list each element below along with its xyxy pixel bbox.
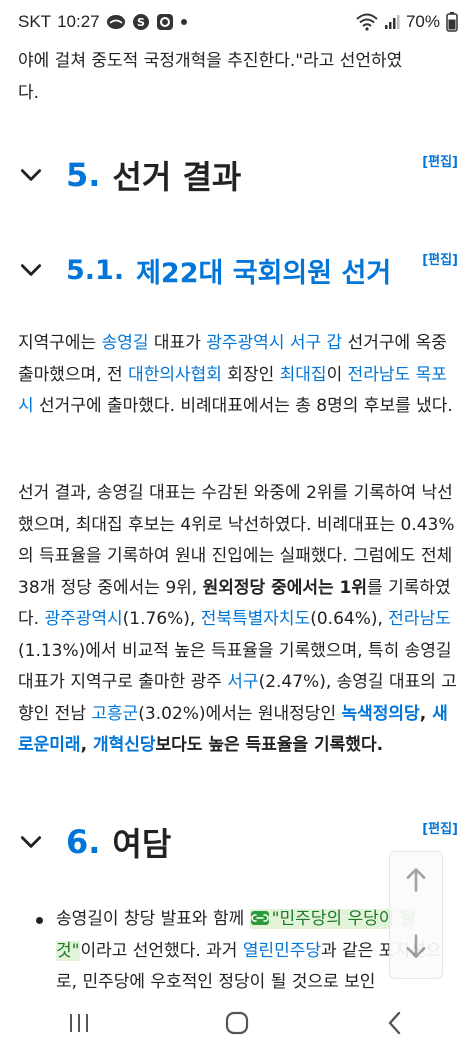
status-bar: SKT 10:27 S 70%	[0, 0, 474, 44]
samsung-icon: S	[132, 13, 150, 31]
intro-line-1: 야에 걸쳐 중도적 국정개혁을 추진한다."라고 선언하였	[18, 51, 403, 71]
link-jeonnam[interactable]: 전라남도	[388, 609, 451, 629]
section-5-1-edit-link[interactable]: [편집]	[422, 249, 458, 268]
back-icon[interactable]	[385, 1010, 405, 1036]
chevron-down-icon[interactable]	[18, 829, 44, 855]
link-kma[interactable]: 대한의사협회	[128, 365, 222, 385]
messenger-icon	[106, 14, 126, 30]
chevron-down-icon[interactable]	[18, 162, 44, 188]
link-goheung[interactable]: 고흥군	[91, 704, 138, 724]
link-gwangju-seogu-gap[interactable]: 광주광역시 서구 갑	[206, 333, 342, 353]
section-6-edit-link[interactable]: [편집]	[422, 818, 458, 837]
battery-percent: 70%	[405, 12, 440, 31]
nav-bar	[0, 992, 474, 1053]
clock: 10:27	[57, 12, 100, 31]
home-button[interactable]	[207, 1003, 267, 1043]
scroll-down-icon[interactable]	[402, 932, 430, 960]
section-5-number: 5.	[66, 156, 101, 194]
bold-first-outside-party: 원외정당 중에서는 1위	[202, 577, 368, 598]
chevron-down-icon[interactable]	[18, 257, 44, 283]
recent-apps-button[interactable]	[49, 1003, 109, 1043]
link-open-democratic[interactable]: 열린민주당	[243, 941, 321, 961]
intro-paragraph: 야에 걸쳐 중도적 국정개혁을 추진한다."라고 선언하였 다.	[18, 46, 458, 109]
link-icon	[250, 911, 269, 925]
svg-text:S: S	[137, 16, 145, 29]
link-green-justice[interactable]: 녹색정의당	[342, 704, 420, 724]
link-gwangju[interactable]: 광주광역시	[44, 609, 122, 629]
home-icon[interactable]	[224, 1010, 250, 1036]
section-5-1-heading[interactable]: 5.1. 제22대 국회의원 선거	[18, 250, 458, 290]
recent-apps-icon[interactable]	[66, 1011, 92, 1035]
section-5-title: 선거 결과	[112, 158, 242, 196]
section-6-number: 6.	[66, 823, 101, 861]
paragraph-candidates: 지역구에는 송영길 대표가 광주광역시 서구 갑 선거구에 옥중 출마했으며, …	[18, 333, 453, 416]
paragraph-results: 선거 결과, 송영길 대표는 수감된 와중에 2위를 기록하여 낙선했으며, 최…	[18, 483, 457, 755]
section-6-title: 여담	[112, 825, 172, 863]
signal-s-icon	[156, 13, 174, 31]
back-button[interactable]	[365, 1003, 425, 1043]
bullet-dot	[36, 917, 43, 924]
scroll-buttons	[389, 851, 443, 979]
section-5-1-title: 제22대 국회의원 선거	[136, 257, 392, 289]
link-jeonbuk[interactable]: 전북특별자치도	[201, 609, 310, 629]
cell-signal-icon	[384, 14, 400, 30]
section-5-edit-link[interactable]: [편집]	[422, 151, 458, 170]
carrier-label: SKT	[18, 12, 52, 31]
intro-line-2: 다.	[18, 82, 40, 103]
link-song-young-gil[interactable]: 송영길	[102, 333, 149, 353]
link-choi-dae-jip[interactable]: 최대집	[280, 365, 327, 385]
section-5-heading[interactable]: 5. 선거 결과	[18, 153, 458, 197]
section-5-1-number: 5.1.	[66, 254, 125, 286]
battery-icon	[446, 12, 458, 32]
notification-dot-icon	[180, 18, 188, 26]
scroll-up-icon[interactable]	[402, 866, 430, 894]
link-seogu[interactable]: 서구	[227, 672, 258, 692]
link-reform-party[interactable]: 개혁신당	[93, 735, 156, 755]
wifi-icon	[356, 13, 378, 31]
